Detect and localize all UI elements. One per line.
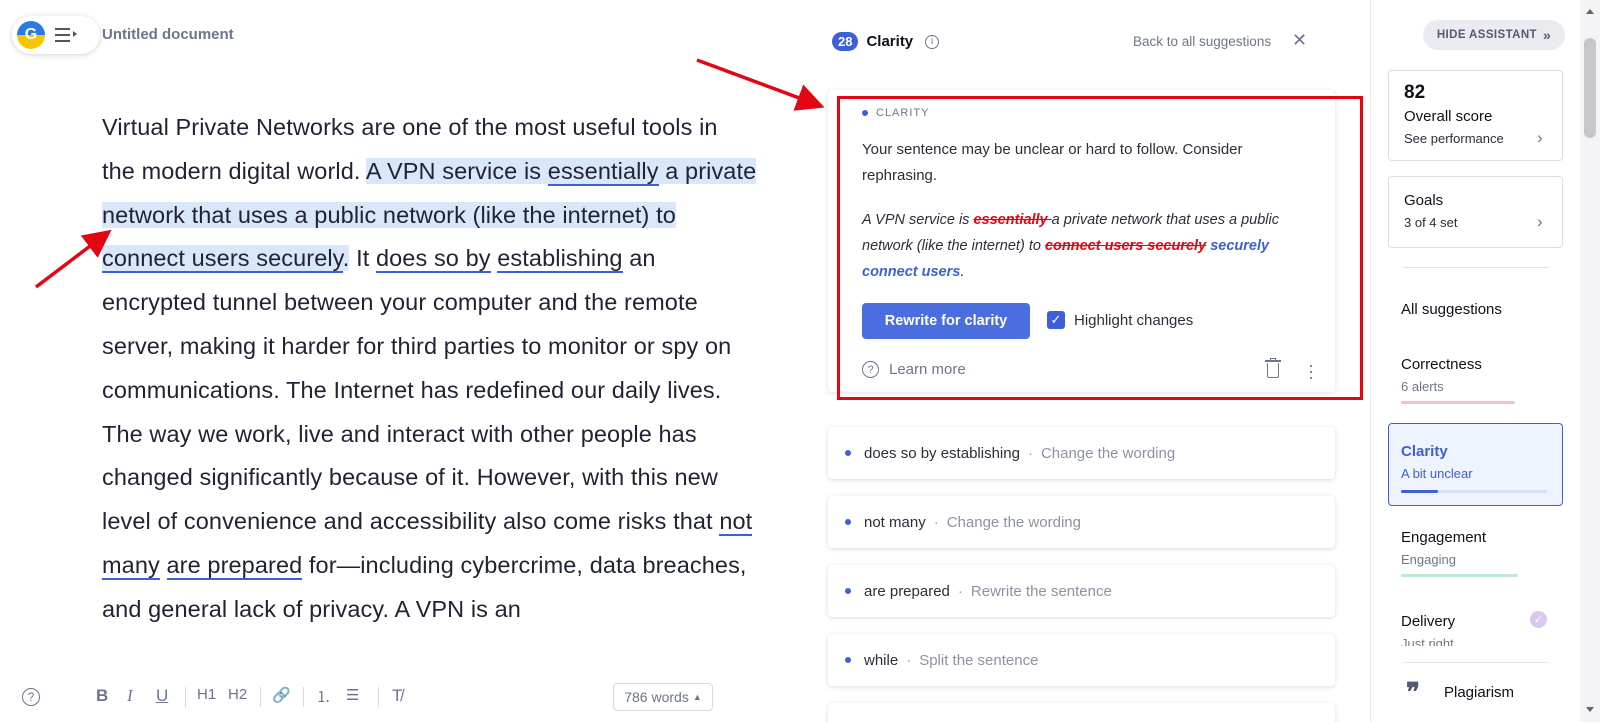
- annotation-arrow-to-sentence: [34, 229, 112, 289]
- document-title[interactable]: Untitled document: [102, 26, 234, 43]
- hide-assistant-button[interactable]: HIDE ASSISTANT »: [1423, 20, 1565, 50]
- unordered-list-icon[interactable]: ☰: [346, 686, 359, 704]
- suggestion-hint: Change the wording: [946, 513, 1081, 531]
- text-segment: A VPN service is: [365, 157, 548, 184]
- category-engagement[interactable]: Engagement: [1401, 529, 1486, 546]
- section-header: 28 Clarity i: [832, 32, 940, 51]
- word-count: 786 words: [624, 689, 689, 705]
- flagged-phrase-does-so-by[interactable]: does so by: [375, 245, 491, 274]
- overall-score-label: Overall score: [1404, 108, 1493, 125]
- flagged-word-establishing[interactable]: establishing: [497, 245, 623, 274]
- suggestion-card[interactable]: does so by establishing · Change the wor…: [828, 427, 1335, 479]
- divider: [1403, 267, 1549, 268]
- annotation-highlight-box: [837, 96, 1363, 400]
- suggestion-hint: Change the wording: [1040, 444, 1176, 462]
- text-segment: an encrypted tunnel between your compute…: [102, 245, 732, 535]
- flagged-word-many[interactable]: many: [102, 551, 160, 580]
- chevron-right-icon: ›: [1537, 212, 1543, 231]
- category-correctness-status: 6 alerts: [1401, 379, 1444, 394]
- category-clarity[interactable]: Clarity: [1401, 443, 1448, 460]
- underline-button[interactable]: U: [156, 686, 168, 706]
- annotation-arrow-to-card: [696, 58, 825, 111]
- category-clarity-status: A bit unclear: [1401, 466, 1473, 481]
- word-count-button[interactable]: 786 words ▲: [613, 683, 713, 711]
- toolbar-divider: [260, 687, 261, 707]
- category-dot-icon: [845, 588, 851, 594]
- toolbar-divider: [185, 687, 186, 707]
- hide-assistant-label: HIDE ASSISTANT: [1436, 29, 1537, 41]
- italic-button[interactable]: I: [127, 686, 133, 706]
- heading2-button[interactable]: H2: [228, 686, 247, 703]
- category-clarity-bar: [1401, 490, 1438, 493]
- divider: [1403, 662, 1549, 663]
- all-suggestions-tab[interactable]: All suggestions: [1401, 301, 1502, 318]
- goals-label: Goals: [1404, 192, 1444, 209]
- app-menu-pill[interactable]: G: [12, 16, 100, 54]
- category-dot-icon: [845, 519, 851, 525]
- info-icon[interactable]: i: [925, 34, 940, 49]
- double-chevron-right-icon: »: [1542, 27, 1552, 43]
- caret-up-icon: ▲: [692, 692, 702, 702]
- toolbar-divider: [303, 687, 304, 707]
- category-clarity-selected[interactable]: [1388, 423, 1563, 506]
- category-correctness-bar: [1401, 401, 1515, 404]
- suggestion-word: while: [864, 651, 899, 669]
- grammarly-editor-window: G Untitled document Virtual Private Netw…: [0, 0, 1600, 722]
- separator: ·: [1027, 444, 1033, 462]
- suggestion-card[interactable]: are prepared · Rewrite the sentence: [828, 565, 1335, 617]
- text-segment: It: [349, 245, 376, 272]
- suggestion-card[interactable]: not many · Change the wording: [828, 496, 1335, 548]
- toolbar-divider: [378, 687, 379, 707]
- category-dot-icon: [845, 450, 851, 456]
- close-icon[interactable]: ✕: [1292, 30, 1307, 51]
- category-dot-icon: [845, 657, 851, 663]
- suggestion-card[interactable]: [828, 703, 1335, 722]
- bold-button[interactable]: B: [96, 686, 108, 706]
- category-correctness[interactable]: Correctness: [1401, 356, 1482, 373]
- overall-score-value: 82: [1404, 82, 1426, 103]
- flagged-word-essentially[interactable]: essentially: [547, 157, 659, 186]
- clear-formatting-icon[interactable]: T̸: [392, 686, 402, 706]
- category-delivery-status: Just right: [1401, 636, 1454, 646]
- section-title: Clarity: [866, 33, 914, 50]
- flagged-phrase-connect-users-securely[interactable]: connect users securely: [102, 245, 343, 274]
- suggestion-word: not many: [864, 513, 926, 531]
- quote-icon: ❞: [1406, 678, 1420, 708]
- heading1-button[interactable]: H1: [197, 686, 216, 703]
- hamburger-menu-icon[interactable]: [55, 25, 77, 45]
- separator: ·: [906, 651, 912, 669]
- category-engagement-bar: [1401, 574, 1518, 577]
- scroll-up-icon[interactable]: [1586, 9, 1594, 14]
- suggestion-hint: Split the sentence: [919, 651, 1039, 669]
- back-to-all-suggestions-link[interactable]: Back to all suggestions: [1133, 34, 1271, 49]
- link-icon[interactable]: 🔗: [272, 686, 291, 704]
- suggestion-word: are prepared: [864, 582, 950, 600]
- category-engagement-status: Engaging: [1401, 552, 1456, 567]
- see-performance-link[interactable]: See performance: [1404, 131, 1504, 146]
- scrollbar[interactable]: [1580, 0, 1600, 722]
- grammarly-logo-icon[interactable]: G: [17, 21, 45, 49]
- separator: ·: [957, 582, 963, 600]
- plagiarism-tab[interactable]: Plagiarism: [1444, 684, 1514, 701]
- alert-count-badge: 28: [832, 32, 859, 51]
- suggestion-word: does so by establishing: [864, 444, 1020, 462]
- suggestion-card[interactable]: while · Split the sentence: [828, 634, 1335, 686]
- ordered-list-icon[interactable]: ⒈: [316, 686, 331, 707]
- suggestion-hint: Rewrite the sentence: [970, 582, 1112, 600]
- flagged-phrase-are-prepared[interactable]: are prepared: [166, 551, 303, 580]
- separator: ·: [933, 513, 939, 531]
- chevron-right-icon: ›: [1537, 128, 1543, 147]
- document-body[interactable]: Virtual Private Networks are one of the …: [102, 106, 757, 632]
- checkmark-icon: ✓: [1530, 611, 1547, 628]
- goals-status: 3 of 4 set: [1404, 215, 1458, 230]
- scrollbar-thumb[interactable]: [1584, 38, 1596, 138]
- text-segment: [160, 552, 167, 578]
- help-icon[interactable]: ?: [22, 688, 40, 706]
- flagged-word-not[interactable]: not: [719, 508, 753, 537]
- scroll-down-icon[interactable]: [1586, 707, 1594, 712]
- category-delivery[interactable]: Delivery: [1401, 613, 1455, 630]
